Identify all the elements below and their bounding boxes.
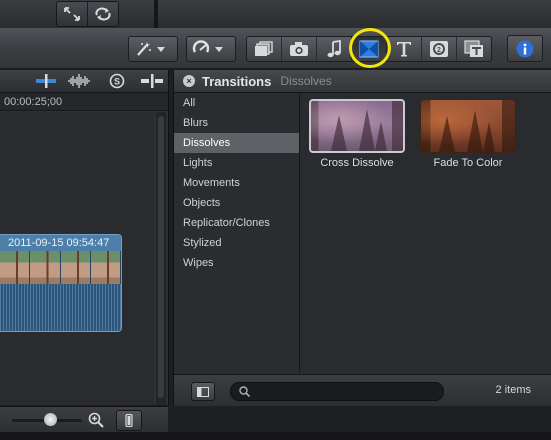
themes-icon bbox=[464, 40, 483, 57]
timecode-label: 00:00:25;00 bbox=[4, 96, 63, 108]
retime-dropdown[interactable] bbox=[186, 36, 236, 62]
category-item-wipes[interactable]: Wipes bbox=[174, 253, 299, 273]
themes-browser-button[interactable] bbox=[457, 37, 491, 61]
transition-thumbnail bbox=[420, 99, 516, 153]
transition-card-fade-to-color[interactable]: Fade To Color bbox=[418, 99, 518, 169]
skimming-icon[interactable] bbox=[141, 74, 163, 88]
category-item-blurs[interactable]: Blurs bbox=[174, 113, 299, 133]
timeline-pane: S 00:00:25;00 2011-09-15 09:54:47 bbox=[0, 70, 169, 405]
category-item-lights[interactable]: Lights bbox=[174, 153, 299, 173]
timeline-scrollbar[interactable] bbox=[156, 112, 166, 405]
titles-browser-button[interactable] bbox=[387, 37, 422, 61]
loop-button[interactable] bbox=[88, 2, 118, 26]
clip-filmstrip bbox=[0, 251, 121, 284]
browser-title: Transitions bbox=[202, 73, 272, 89]
sidebar-toggle-button[interactable] bbox=[191, 382, 215, 401]
playback-button-group bbox=[56, 1, 119, 27]
top-strip bbox=[0, 0, 551, 29]
fullscreen-icon bbox=[64, 7, 80, 21]
music-sound-button[interactable] bbox=[317, 37, 352, 61]
category-item-movements[interactable]: Movements bbox=[174, 173, 299, 193]
generators-browser-button[interactable]: 2 bbox=[422, 37, 457, 61]
timeline-zoom-bar bbox=[0, 406, 168, 433]
photos-browser-button[interactable] bbox=[247, 37, 282, 61]
highlight-annotation bbox=[349, 28, 391, 68]
enhancements-dropdown[interactable] bbox=[128, 36, 178, 62]
transition-thumbnail bbox=[309, 99, 405, 153]
pane-divider bbox=[154, 0, 158, 28]
search-icon bbox=[239, 386, 250, 397]
timeline-ruler: 00:00:25;00 bbox=[0, 93, 168, 111]
magic-wand-icon bbox=[137, 42, 151, 56]
item-count: 2 items bbox=[495, 384, 531, 396]
clip-title: 2011-09-15 09:54:47 bbox=[8, 237, 110, 249]
toolbar: 2 bbox=[0, 28, 551, 69]
clip-appearance-icon bbox=[125, 414, 133, 427]
solo-icon[interactable]: S bbox=[109, 73, 125, 89]
loop-icon bbox=[95, 7, 111, 21]
clip-appearance-button[interactable] bbox=[116, 410, 142, 431]
audio-skimming-icon[interactable] bbox=[68, 74, 90, 88]
category-item-objects[interactable]: Objects bbox=[174, 193, 299, 213]
chevron-down-icon bbox=[215, 46, 223, 52]
inspector-button[interactable] bbox=[507, 35, 543, 62]
transition-card-cross-dissolve[interactable]: Cross Dissolve bbox=[307, 99, 407, 169]
info-icon bbox=[516, 40, 534, 57]
camera-import-button[interactable] bbox=[282, 37, 317, 61]
zoom-slider-knob[interactable] bbox=[44, 413, 57, 426]
timeline-track-area[interactable]: 2011-09-15 09:54:47 bbox=[0, 112, 154, 405]
transition-label: Fade To Color bbox=[433, 157, 503, 169]
browser-breadcrumb: Dissolves bbox=[280, 74, 332, 88]
search-input[interactable] bbox=[254, 384, 438, 399]
chevron-down-icon bbox=[157, 46, 165, 52]
timeline-header: S bbox=[0, 70, 168, 93]
category-list: All Blurs Dissolves Lights Movements Obj… bbox=[174, 93, 300, 373]
svg-text:S: S bbox=[114, 77, 120, 87]
search-field[interactable] bbox=[230, 382, 444, 401]
category-item-replicator-clones[interactable]: Replicator/Clones bbox=[174, 213, 299, 233]
transition-thumbnails-grid: Cross Dissolve Fade To Color bbox=[300, 93, 551, 373]
close-icon[interactable]: × bbox=[183, 75, 195, 87]
timeline-clip[interactable]: 2011-09-15 09:54:47 bbox=[0, 234, 122, 332]
photos-icon bbox=[255, 41, 273, 56]
transitions-browser: × Transitions Dissolves All Blurs Dissol… bbox=[173, 70, 551, 406]
category-item-all[interactable]: All bbox=[174, 93, 299, 113]
bottom-strip bbox=[0, 432, 551, 440]
category-item-dissolves[interactable]: Dissolves bbox=[174, 133, 299, 153]
titles-icon bbox=[397, 42, 411, 57]
fullscreen-button[interactable] bbox=[57, 2, 88, 26]
category-item-stylized[interactable]: Stylized bbox=[174, 233, 299, 253]
camera-icon bbox=[290, 42, 308, 56]
snapping-icon[interactable] bbox=[36, 74, 56, 88]
generators-icon: 2 bbox=[430, 41, 448, 57]
clip-audio-waveform bbox=[0, 284, 121, 331]
sidebar-toggle-icon bbox=[197, 386, 209, 397]
transition-label: Cross Dissolve bbox=[320, 157, 394, 169]
retime-icon bbox=[192, 40, 210, 53]
zoom-in-icon[interactable] bbox=[88, 412, 104, 428]
transitions-footer: 2 items bbox=[174, 374, 551, 406]
svg-text:2: 2 bbox=[437, 47, 441, 54]
music-icon bbox=[327, 40, 341, 58]
transitions-header: × Transitions Dissolves bbox=[174, 70, 551, 93]
